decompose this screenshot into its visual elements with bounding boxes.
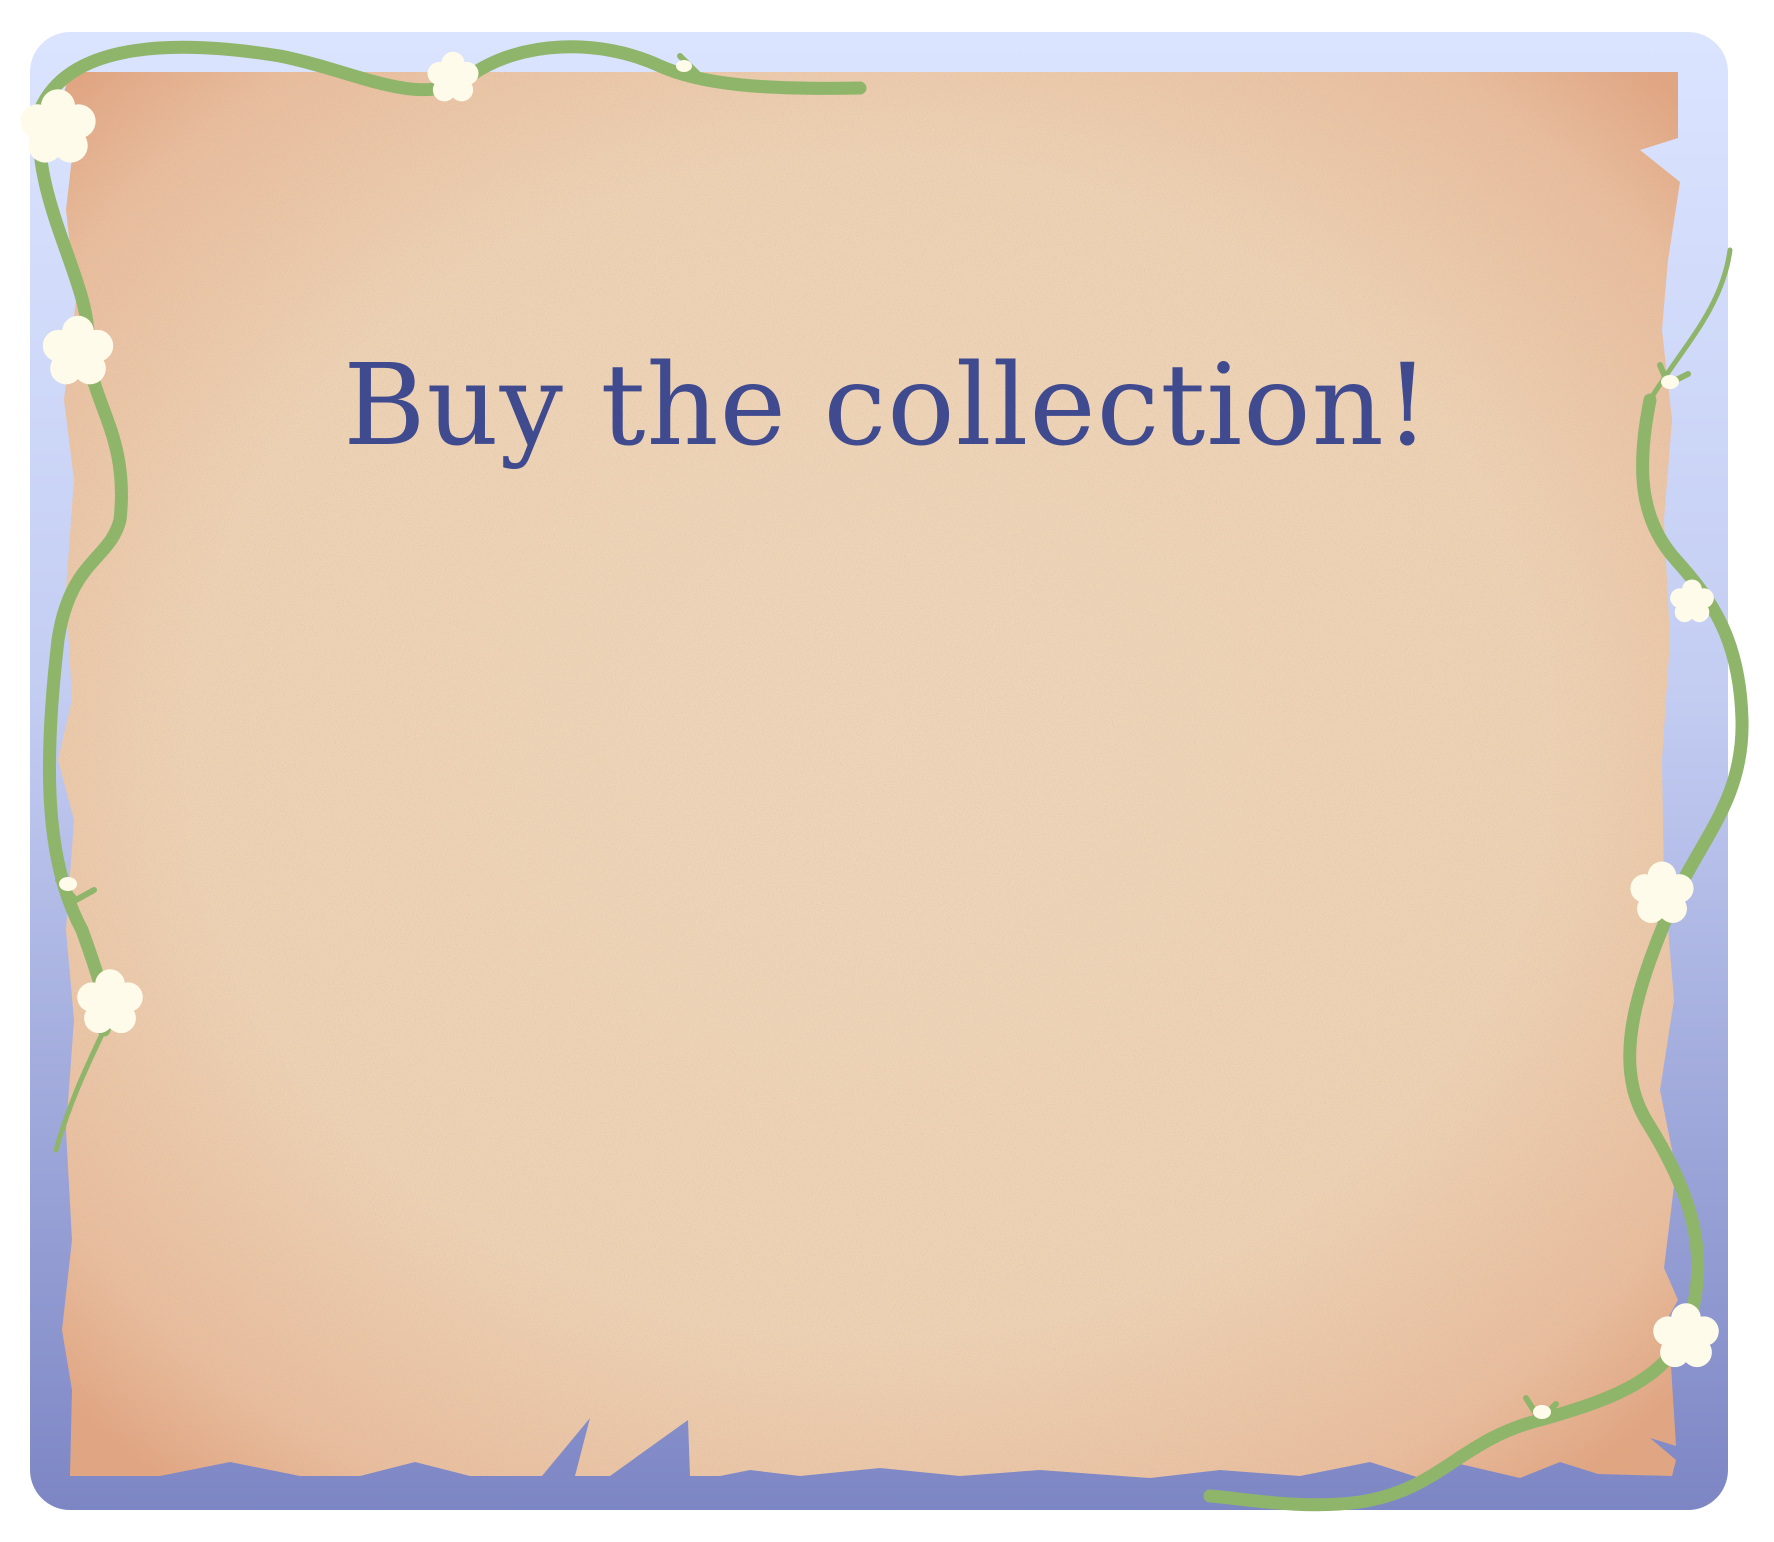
card-title: Buy the collection! [343,341,1431,471]
card-illustration [20,32,1749,1512]
parchment-grain [58,72,1680,1478]
